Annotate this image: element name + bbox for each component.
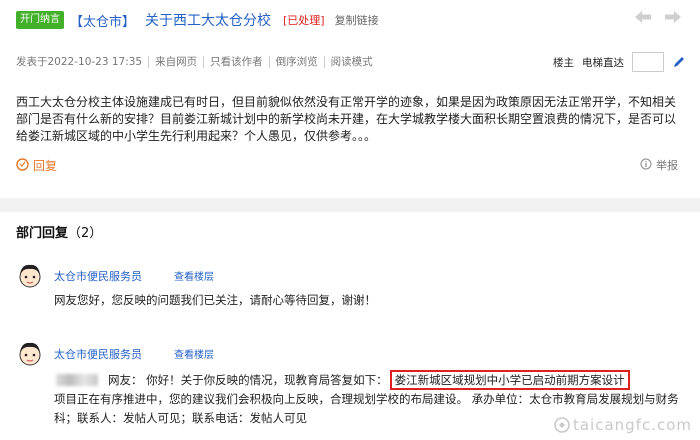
- city-tag[interactable]: 【太仓市】: [70, 11, 135, 30]
- category-badge[interactable]: 开门纳言: [16, 11, 64, 29]
- blurred-username: [56, 374, 98, 386]
- view-floor-link[interactable]: 查看楼层: [174, 268, 214, 283]
- section-divider: [0, 198, 700, 212]
- post-source: 来自网页: [149, 56, 205, 68]
- watermark-text: taicangfc.com: [572, 416, 692, 434]
- elevator-label: 电梯直达: [582, 56, 624, 69]
- reply-item: 太仓市便民服务员 查看楼层 网友您好，您反映的问题我们已关注，请耐心等待回复，谢…: [16, 262, 684, 312]
- post-title: 关于西工大太仓分校: [145, 13, 272, 29]
- reverse-order-link[interactable]: 倒序浏览: [270, 56, 325, 68]
- copy-link-button[interactable]: 复制链接: [335, 12, 379, 28]
- elevator-input[interactable]: [632, 52, 664, 72]
- arrow-right-icon[interactable]: [664, 10, 682, 24]
- avatar-icon[interactable]: [16, 262, 44, 290]
- status-badge: [已处理]: [283, 14, 325, 27]
- reply-label: 回复: [33, 159, 58, 173]
- dept-reply-count: （2）: [68, 226, 103, 241]
- thread-nav: [634, 10, 682, 24]
- info-icon: [640, 158, 652, 173]
- reply-button[interactable]: 回复: [16, 157, 57, 174]
- report-label: 举报: [656, 159, 678, 172]
- site-watermark: taicangfc.com: [554, 416, 692, 434]
- report-button[interactable]: 举报: [640, 157, 678, 173]
- view-floor-link[interactable]: 查看楼层: [174, 346, 214, 361]
- reply-prefix: 网友： 你好！关于你反映的情况，现教育局答复如下：: [108, 373, 388, 387]
- reply-text: 网友您好，您反映的问题我们已关注，请耐心等待回复，谢谢！: [54, 293, 376, 307]
- arrow-left-icon[interactable]: [634, 10, 652, 24]
- only-author-link[interactable]: 只看该作者: [204, 56, 270, 68]
- post-meta: 发表于2022-10-23 17:35 来自网页 只看该作者 倒序浏览 阅读模式: [16, 56, 379, 68]
- highlighted-answer: 娄江新城区域规划中小学已启动前期方案设计: [389, 370, 630, 390]
- avatar-icon[interactable]: [16, 340, 44, 368]
- pen-icon[interactable]: [672, 55, 686, 69]
- post-date: 发表于2022-10-23 17:35: [16, 56, 150, 68]
- replier-name[interactable]: 太仓市便民服务员: [54, 268, 142, 284]
- floor-owner-label: 楼主: [553, 56, 574, 69]
- post-title-row: 开门纳言 【太仓市】 关于西工大太仓分校 [已处理] 复制链接: [16, 10, 379, 30]
- floor-tools: 楼主 电梯直达: [553, 52, 686, 72]
- post-content: 西工大太仓分校主体设施建成已有时日，但目前貌似依然没有正常开学的迹象，如果是因为…: [16, 95, 677, 143]
- replier-name[interactable]: 太仓市便民服务员: [54, 346, 142, 362]
- post-section: 开门纳言 【太仓市】 关于西工大太仓分校 [已处理] 复制链接 发表于2022-…: [0, 0, 700, 200]
- dept-reply-title: 部门回复: [16, 226, 69, 241]
- watermark-logo-icon: [554, 417, 570, 433]
- reply-icon: [16, 157, 29, 174]
- reply-text-line: 网友： 你好！关于你反映的情况，现教育局答复如下： 娄江新城区域规划中小学已启动…: [56, 370, 630, 390]
- dept-reply-header: 部门回复（2）: [16, 222, 102, 241]
- read-mode-link[interactable]: 阅读模式: [325, 56, 379, 68]
